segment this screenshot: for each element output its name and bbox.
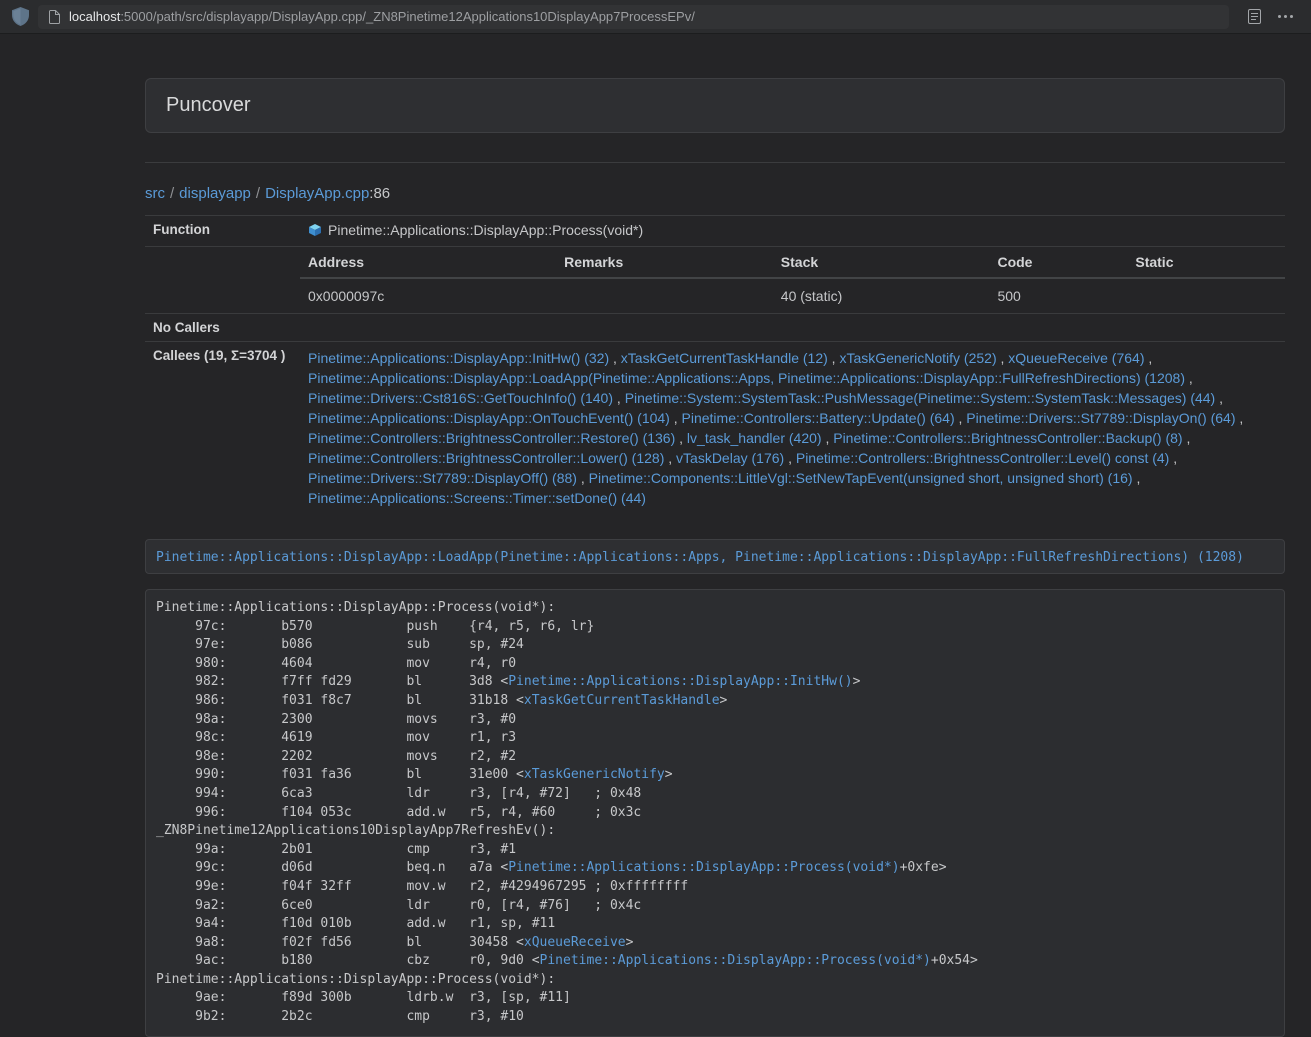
callee-link[interactable]: Pinetime::Drivers::St7789::DisplayOn() (… (966, 410, 1235, 426)
callee-link[interactable]: Pinetime::Controllers::Battery::Update()… (682, 410, 955, 426)
col-header-remarks: Remarks (556, 247, 773, 278)
address-value: 0x0000097c (300, 278, 556, 313)
callee-link[interactable]: lv_task_handler (420) (687, 430, 822, 446)
callees-label: Callees (19, Σ=3704 ) (145, 342, 300, 515)
disassembly-symbol-link[interactable]: xQueueReceive (524, 935, 626, 950)
divider (145, 162, 1285, 163)
callee-link[interactable]: Pinetime::Applications::DisplayApp::OnTo… (308, 410, 670, 426)
remarks-value (556, 278, 773, 313)
symbol-table: Function Pinetime::Applications::Display… (145, 215, 1285, 514)
static-value (1127, 278, 1285, 313)
method-icon (308, 223, 322, 240)
disassembly-symbol-link[interactable]: Pinetime::Applications::DisplayApp::Proc… (508, 860, 899, 875)
symbol-panel: Pinetime::Applications::DisplayApp::Load… (145, 539, 1285, 574)
reader-mode-icon[interactable] (1246, 7, 1263, 26)
url-host: localhost (69, 9, 120, 24)
breadcrumb-separator: / (170, 185, 174, 202)
breadcrumb-item-displayapp[interactable]: displayapp (179, 185, 251, 202)
callee-link[interactable]: xTaskGenericNotify (252) (839, 350, 996, 366)
callee-link[interactable]: Pinetime::Controllers::BrightnessControl… (833, 430, 1182, 446)
disassembly-symbol-link[interactable]: Pinetime::Applications::DisplayApp::Proc… (540, 953, 931, 968)
col-header-address: Address (300, 247, 556, 278)
url-text[interactable]: localhost:5000/path/src/displayapp/Displ… (69, 9, 695, 24)
callee-link[interactable]: Pinetime::System::SystemTask::PushMessag… (625, 390, 1216, 406)
details-value-row: 0x0000097c 40 (static) 500 (300, 278, 1285, 313)
page-container: Puncover src / displayapp / DisplayApp.cpp:8… (145, 78, 1285, 1037)
breadcrumb-line-number: :86 (369, 185, 390, 202)
overflow-menu-icon[interactable] (1272, 11, 1299, 22)
browser-toolbar: localhost:5000/path/src/displayapp/Displ… (0, 0, 1311, 34)
panel-symbol-link[interactable]: Pinetime::Applications::DisplayApp::Load… (156, 550, 1244, 565)
no-callers-row: No Callers (145, 314, 1285, 342)
function-name: Pinetime::Applications::DisplayApp::Proc… (328, 222, 643, 238)
callee-link[interactable]: Pinetime::Controllers::BrightnessControl… (796, 450, 1169, 466)
callee-link[interactable]: Pinetime::Controllers::BrightnessControl… (308, 430, 675, 446)
page-icon (47, 8, 62, 26)
callees-list: Pinetime::Applications::DisplayApp::Init… (300, 342, 1285, 515)
symbol-details-table: Address Remarks Stack Code Static 0x0000… (300, 247, 1285, 313)
url-bar[interactable]: localhost:5000/path/src/displayapp/Displ… (38, 5, 1229, 29)
code-value: 500 (989, 278, 1127, 313)
disassembly-code: Pinetime::Applications::DisplayApp::Proc… (145, 589, 1285, 1037)
callee-link[interactable]: Pinetime::Components::LittleVgl::SetNewT… (589, 470, 1133, 486)
adblock-shield-icon[interactable] (12, 7, 29, 26)
no-callers-label: No Callers (145, 314, 300, 342)
function-row: Function Pinetime::Applications::Display… (145, 216, 1285, 247)
callee-link[interactable]: Pinetime::Controllers::BrightnessControl… (308, 450, 664, 466)
app-header: Puncover (145, 78, 1285, 133)
callee-link[interactable]: xQueueReceive (764) (1008, 350, 1144, 366)
url-path: :5000/path/src/displayapp/DisplayApp.cpp… (120, 9, 695, 24)
breadcrumb-item-src[interactable]: src (145, 185, 165, 202)
col-header-stack: Stack (773, 247, 990, 278)
stack-value: 40 (static) (773, 278, 990, 313)
callee-link[interactable]: Pinetime::Drivers::Cst816S::GetTouchInfo… (308, 390, 613, 406)
callee-link[interactable]: Pinetime::Applications::DisplayApp::Load… (308, 370, 1185, 386)
callees-row: Callees (19, Σ=3704 ) Pinetime::Applicat… (145, 342, 1285, 515)
details-row: Address Remarks Stack Code Static 0x0000… (145, 247, 1285, 314)
callee-link[interactable]: vTaskDelay (176) (676, 450, 784, 466)
callee-link[interactable]: Pinetime::Applications::DisplayApp::Init… (308, 350, 609, 366)
details-header-row: Address Remarks Stack Code Static (300, 247, 1285, 278)
breadcrumb-item-file[interactable]: DisplayApp.cpp (265, 185, 369, 202)
callee-link[interactable]: xTaskGetCurrentTaskHandle (12) (621, 350, 828, 366)
disassembly-symbol-link[interactable]: Pinetime::Applications::DisplayApp::Init… (508, 674, 852, 689)
callee-link[interactable]: Pinetime::Applications::Screens::Timer::… (308, 490, 646, 506)
col-header-code: Code (989, 247, 1127, 278)
function-label: Function (145, 216, 300, 247)
breadcrumb-separator: / (256, 185, 260, 202)
col-header-static: Static (1127, 247, 1285, 278)
page-title: Puncover (166, 94, 251, 116)
disassembly-symbol-link[interactable]: xTaskGenericNotify (524, 767, 665, 782)
breadcrumb: src / displayapp / DisplayApp.cpp:86 (145, 185, 1285, 202)
disassembly-symbol-link[interactable]: xTaskGetCurrentTaskHandle (524, 693, 720, 708)
callee-link[interactable]: Pinetime::Drivers::St7789::DisplayOff() … (308, 470, 577, 486)
